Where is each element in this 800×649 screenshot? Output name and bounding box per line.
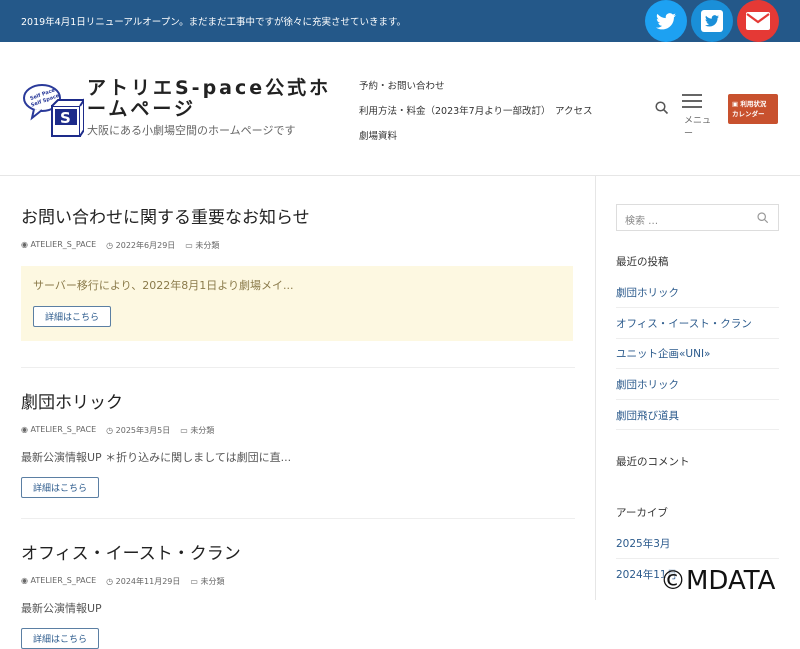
post-date[interactable]: ◷ 2025年3月5日 bbox=[106, 425, 170, 436]
calendar-icon: ▣ bbox=[732, 100, 739, 108]
announcement: 2019年4月1日リニューアルオープン。まだまだ工事中ですが徐々に充実させていき… bbox=[21, 17, 407, 28]
recent-post-link[interactable]: オフィス・イースト・クラン bbox=[616, 316, 752, 331]
nav-usage-fees[interactable]: 利用方法・料金（2023年7月より一部改訂） bbox=[359, 103, 551, 117]
post-excerpt: 最新公演情報UP ＊折り込みに関しましては劇団に直... bbox=[21, 451, 292, 464]
post-title[interactable]: オフィス・イースト・クラン bbox=[21, 539, 575, 564]
recent-posts-heading: 最近の投稿 bbox=[616, 256, 669, 268]
svg-text:S: S bbox=[60, 109, 71, 127]
site-logo[interactable]: Self Pace Self Space S bbox=[22, 82, 86, 140]
post-category[interactable]: ▭ 未分類 bbox=[180, 425, 214, 436]
recent-comments-heading: 最近のコメント bbox=[616, 456, 690, 468]
post-title[interactable]: 劇団ホリック bbox=[21, 388, 575, 413]
post-date[interactable]: ◷ 2024年11月29日 bbox=[106, 576, 180, 587]
post-author[interactable]: ◉ ATELIER_S_PACE bbox=[21, 576, 96, 587]
menu-label-text: メニュー bbox=[684, 116, 712, 139]
read-more-button[interactable]: 詳細はこちら bbox=[21, 628, 100, 649]
post-category[interactable]: ▭ 未分類 bbox=[190, 576, 224, 587]
search-icon[interactable] bbox=[655, 101, 669, 115]
post-date[interactable]: ◷ 2022年6月29日 bbox=[106, 240, 175, 251]
post-excerpt: サーバー移行により、2022年8月1日より劇場メイ... bbox=[33, 279, 294, 292]
read-more-button[interactable]: 詳細はこちら bbox=[21, 477, 100, 498]
post-item: お問い合わせに関する重要なお知らせ ◉ ATELIER_S_PACE ◷ 2022… bbox=[21, 203, 575, 368]
twitter-square-icon[interactable] bbox=[691, 0, 733, 42]
recent-post-link[interactable]: 劇団ホリック bbox=[616, 377, 679, 392]
recent-post-link[interactable]: ユニット企画«UNI» bbox=[616, 346, 710, 361]
sidebar-divider bbox=[595, 176, 596, 600]
post-list: お問い合わせに関する重要なお知らせ ◉ ATELIER_S_PACE ◷ 2022… bbox=[21, 176, 575, 649]
hamburger-icon bbox=[682, 94, 718, 108]
top-bar: 2019年4月1日リニューアルオープン。まだまだ工事中ですが徐々に充実させていき… bbox=[0, 0, 800, 42]
watermark: ©MDATA bbox=[660, 566, 776, 596]
nav-reservation[interactable]: 予約・お問い合わせ bbox=[359, 78, 445, 92]
site-header: Self Pace Self Space S アトリエS-pace公式ホームペー… bbox=[0, 42, 800, 176]
notice-box: サーバー移行により、2022年8月1日より劇場メイ... 詳細はこちら bbox=[21, 266, 573, 341]
post-excerpt: 最新公演情報UP bbox=[21, 602, 102, 615]
read-more-button[interactable]: 詳細はこちら bbox=[33, 306, 112, 327]
recent-post-link[interactable]: 劇団飛び道具 bbox=[616, 408, 679, 423]
twitter-icon[interactable] bbox=[645, 0, 687, 42]
recent-post-link[interactable]: 劇団ホリック bbox=[616, 285, 679, 300]
site-title[interactable]: アトリエS-pace公式ホームページ bbox=[87, 78, 337, 120]
calendar-button[interactable]: ▣ 利用状況 カレンダー bbox=[728, 94, 778, 124]
site-tagline: 大阪にある小劇場空間のホームページです bbox=[87, 124, 296, 137]
archive-link[interactable]: 2025年3月 bbox=[616, 536, 670, 551]
search-input[interactable]: 検索 … bbox=[616, 204, 779, 231]
archive-heading: アーカイブ bbox=[616, 507, 668, 519]
post-author[interactable]: ◉ ATELIER_S_PACE bbox=[21, 425, 96, 436]
post-item: 劇団ホリック ◉ ATELIER_S_PACE ◷ 2025年3月5日 ▭ 未分類 … bbox=[21, 388, 575, 519]
divider bbox=[21, 367, 575, 368]
menu-button[interactable]: メニュー bbox=[682, 94, 718, 139]
divider bbox=[21, 518, 575, 519]
post-item: オフィス・イースト・クラン ◉ ATELIER_S_PACE ◷ 2024年11月… bbox=[21, 539, 575, 649]
nav-access[interactable]: アクセス bbox=[555, 103, 593, 117]
search-icon[interactable] bbox=[757, 212, 769, 224]
post-title[interactable]: お問い合わせに関する重要なお知らせ bbox=[21, 203, 575, 228]
email-icon[interactable] bbox=[737, 0, 779, 42]
nav-theater-materials[interactable]: 劇場資料 bbox=[359, 128, 397, 142]
post-author[interactable]: ◉ ATELIER_S_PACE bbox=[21, 240, 96, 251]
post-category[interactable]: ▭ 未分類 bbox=[185, 240, 219, 251]
